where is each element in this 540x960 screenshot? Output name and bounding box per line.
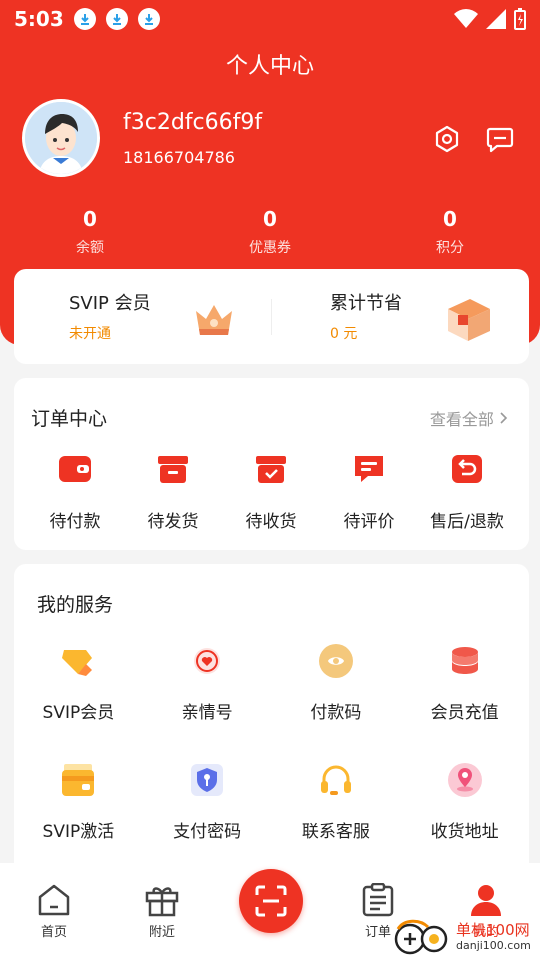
gift-box-icon (448, 299, 490, 341)
order-pending-payment[interactable]: 待付款 (26, 451, 124, 532)
service-label: 亲情号 (181, 703, 233, 723)
svip-member-status: 未开通 (69, 326, 111, 342)
service-payment-code[interactable]: 付款码 (272, 644, 401, 723)
savings-section[interactable]: 累计节省 0 元 (330, 289, 402, 343)
gift-icon (145, 887, 179, 917)
battery-icon (514, 8, 526, 30)
my-services-card: 我的服务 SVIP会员 亲情号 付款码 会员充值 SVIP激活 支付密码 联系客… (14, 564, 529, 874)
stat-points[interactable]: 0 积分 (360, 207, 540, 257)
service-label: SVIP激活 (42, 822, 115, 842)
coin-stack-icon (400, 644, 529, 678)
svip-member-title: SVIP 会员 (69, 293, 151, 314)
service-svip-member[interactable]: SVIP会员 (14, 644, 143, 723)
tab-nearby[interactable]: 附近 (108, 863, 216, 960)
hexagon-settings-icon[interactable] (432, 124, 462, 154)
order-label: 待评价 (343, 512, 395, 532)
wifi-icon (454, 9, 478, 28)
order-pending-receipt[interactable]: 待收货 (222, 451, 320, 532)
watermark-subtext: danji100.com (456, 938, 531, 952)
avatar[interactable] (22, 99, 100, 177)
crown-icon (196, 305, 232, 335)
service-member-recharge[interactable]: 会员充值 (400, 644, 529, 723)
order-center-card: 订单中心 查看全部 待付款 待发货 待收货 待评价 售后/退款 (14, 378, 529, 550)
stat-label: 余额 (76, 240, 104, 256)
message-icon[interactable] (485, 124, 515, 154)
service-shipping-address[interactable]: 收货地址 (400, 763, 529, 842)
order-center-title: 订单中心 (31, 408, 108, 430)
savings-value: 0 元 (330, 326, 358, 342)
order-list-icon (362, 883, 394, 917)
headset-icon (272, 763, 401, 797)
user-icon (471, 885, 501, 916)
order-pending-shipment[interactable]: 待发货 (124, 451, 222, 532)
status-time: 5:03 (14, 7, 64, 31)
order-pending-review[interactable]: 待评价 (320, 451, 418, 532)
download-icon (73, 8, 96, 30)
download-icon (105, 8, 128, 30)
card-box-icon (14, 763, 143, 797)
order-label: 待发货 (147, 512, 199, 532)
service-label: 支付密码 (173, 822, 242, 842)
tab-label: 首页 (40, 925, 67, 940)
chevron-right-icon (500, 412, 508, 424)
service-payment-password[interactable]: 支付密码 (143, 763, 272, 842)
order-label: 售后/退款 (430, 512, 504, 532)
comment-icon (320, 451, 418, 487)
service-label: 收货地址 (430, 822, 499, 842)
scan-button[interactable] (239, 869, 303, 933)
return-icon (418, 451, 516, 487)
diamond-icon (14, 644, 143, 678)
page-title: 个人中心 (225, 54, 314, 79)
stat-coupons[interactable]: 0 优惠券 (180, 207, 360, 257)
service-label: SVIP会员 (42, 703, 115, 723)
stat-balance[interactable]: 0 余额 (0, 207, 180, 257)
watermark-logo-icon (394, 919, 448, 955)
phone-number: 18166704786 (123, 148, 235, 167)
shield-key-icon (143, 763, 272, 797)
wallet-icon (26, 451, 124, 487)
order-after-sales[interactable]: 售后/退款 (418, 451, 516, 532)
location-icon (400, 763, 529, 797)
svip-card: SVIP 会员 未开通 累计节省 0 元 (14, 269, 529, 364)
service-customer-support[interactable]: 联系客服 (272, 763, 401, 842)
heart-chat-icon (143, 644, 272, 678)
my-services-title: 我的服务 (37, 594, 114, 616)
status-bar: 5:03 (0, 0, 540, 38)
signal-icon (486, 9, 506, 29)
order-label: 待付款 (49, 512, 101, 532)
service-svip-activate[interactable]: SVIP激活 (14, 763, 143, 842)
svip-member-section[interactable]: SVIP 会员 未开通 (69, 289, 151, 343)
box-check-icon (222, 451, 320, 487)
stat-label: 积分 (436, 240, 464, 256)
order-label: 待收货 (245, 512, 297, 532)
watermark: 单机100网 danji100.com (392, 914, 540, 960)
tab-label: 订单 (364, 925, 391, 940)
download-icon (137, 8, 160, 30)
box-icon (124, 451, 222, 487)
stat-value: 0 (443, 207, 457, 231)
view-all-orders-link[interactable]: 查看全部 (430, 406, 509, 430)
home-icon (38, 884, 70, 916)
payment-code-icon (272, 644, 401, 678)
scan-icon (255, 885, 287, 917)
stat-value: 0 (263, 207, 277, 231)
tab-label: 附近 (148, 925, 175, 940)
service-family-number[interactable]: 亲情号 (143, 644, 272, 723)
tab-home[interactable]: 首页 (0, 863, 108, 960)
service-label: 会员充值 (430, 703, 499, 723)
savings-title: 累计节省 (330, 293, 402, 314)
divider (271, 299, 272, 335)
service-label: 付款码 (310, 703, 362, 723)
view-all-label: 查看全部 (429, 410, 494, 429)
service-label: 联系客服 (301, 822, 370, 842)
watermark-text: 单机100网 (456, 921, 530, 940)
stat-label: 优惠券 (249, 240, 291, 256)
username: f3c2dfc66f9f (123, 110, 263, 135)
account-stats: 0 余额 0 优惠券 0 积分 (0, 207, 540, 257)
stat-value: 0 (83, 207, 97, 231)
